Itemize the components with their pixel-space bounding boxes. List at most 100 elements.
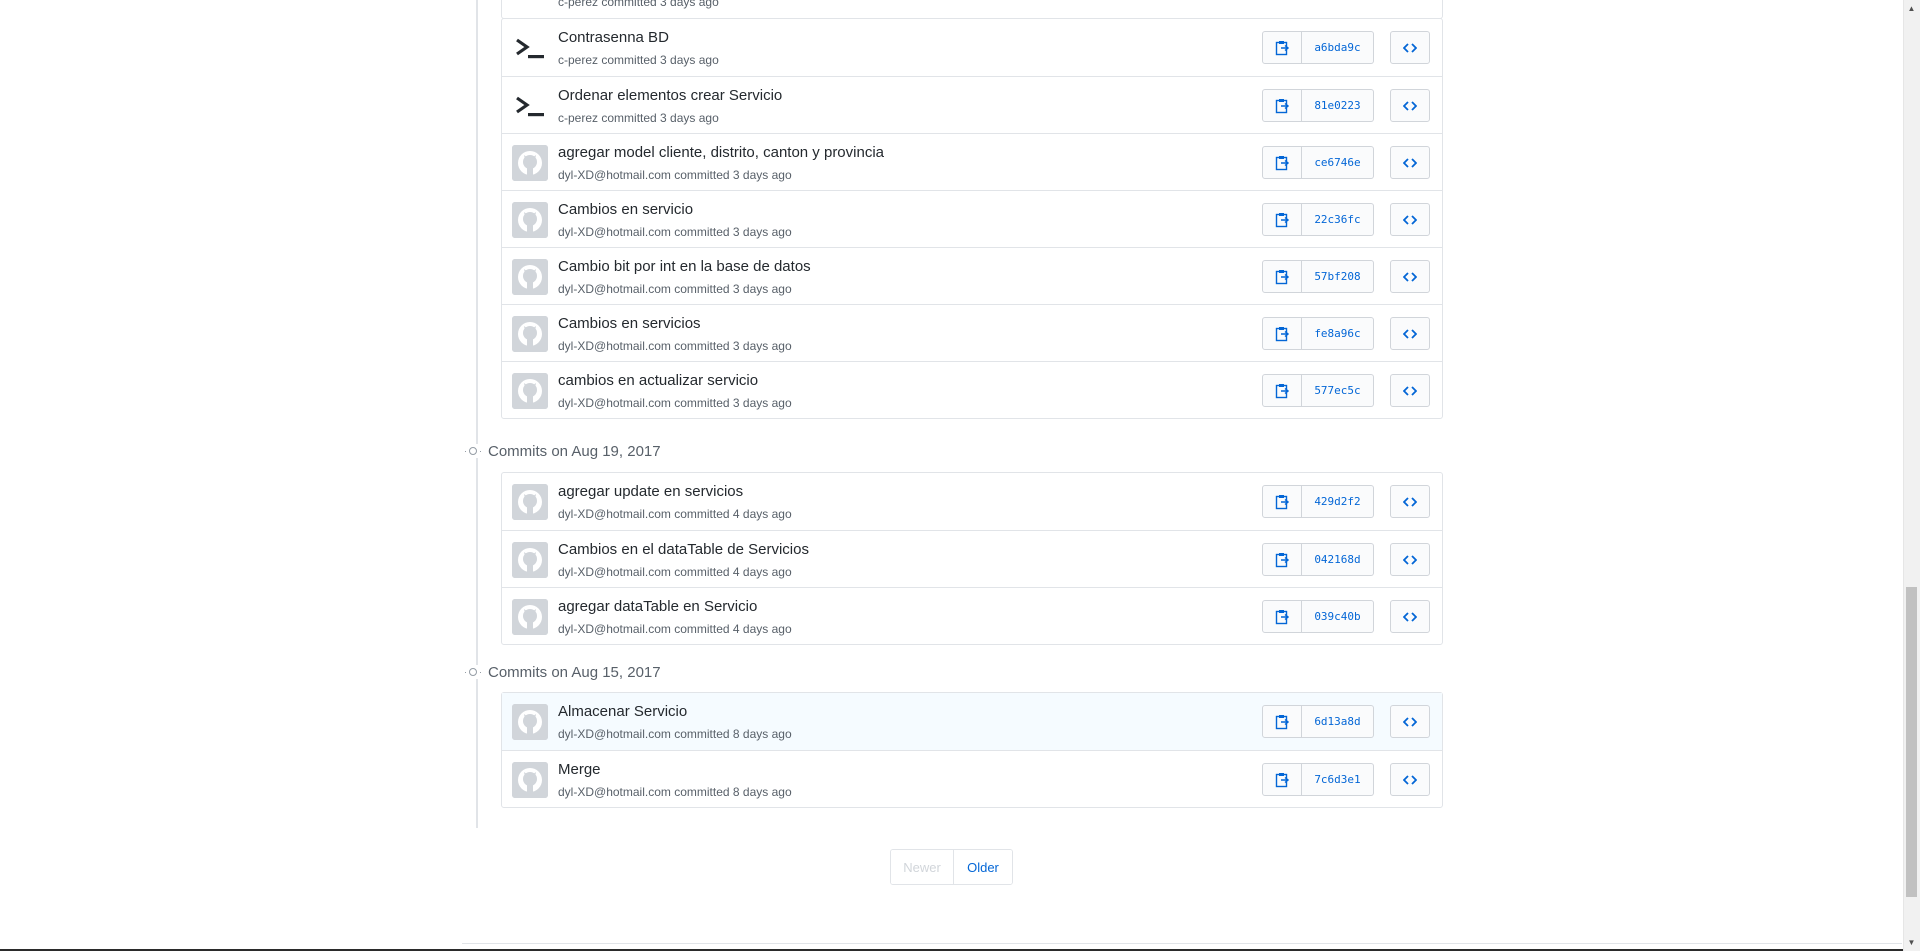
commit-actions: 577ec5c	[1262, 374, 1430, 407]
github-avatar-icon[interactable]	[512, 599, 548, 635]
commit-title-link[interactable]: agregar dataTable en Servicio	[558, 598, 757, 615]
github-avatar-icon[interactable]	[512, 542, 548, 578]
commit-sha-link[interactable]: 22c36fc	[1302, 203, 1374, 236]
browse-repo-button[interactable]	[1390, 203, 1430, 236]
commit-actions: 429d2f2	[1262, 485, 1430, 518]
clipboard-icon	[1275, 212, 1289, 228]
copy-sha-button[interactable]	[1262, 485, 1302, 518]
vertical-scrollbar[interactable]: ▲ ▼	[1903, 0, 1920, 951]
commit-title-link[interactable]: Cambios en el dataTable de Servicios	[558, 541, 809, 558]
copy-sha-button[interactable]	[1262, 203, 1302, 236]
copy-sha-button[interactable]	[1262, 763, 1302, 796]
browse-repo-button[interactable]	[1390, 31, 1430, 64]
commit-time: committed 8 days ago	[674, 785, 792, 799]
code-icon	[1403, 328, 1417, 340]
scroll-up-arrow-icon[interactable]: ▲	[1903, 0, 1920, 17]
older-button[interactable]: Older	[954, 850, 1012, 884]
commit-meta: dyl-XD@hotmail.com committed 4 days ago	[558, 565, 792, 579]
github-avatar-icon[interactable]	[512, 316, 548, 352]
scroll-down-arrow-icon[interactable]: ▼	[1903, 934, 1920, 951]
commit-sha-link[interactable]: fe8a96c	[1302, 317, 1374, 350]
copy-sha-button[interactable]	[1262, 317, 1302, 350]
commit-timeline-node-icon	[465, 444, 481, 458]
commit-author[interactable]: c-perez	[558, 0, 598, 9]
copy-sha-button[interactable]	[1262, 543, 1302, 576]
browse-repo-button[interactable]	[1390, 260, 1430, 293]
github-avatar-icon[interactable]	[512, 259, 548, 295]
copy-sha-button[interactable]	[1262, 31, 1302, 64]
code-icon	[1403, 554, 1417, 566]
commit-title-link[interactable]: Cambios en servicio	[558, 201, 693, 218]
commit-title-link[interactable]: Cambios en servicios	[558, 315, 701, 332]
commit-title-link[interactable]: cambios en actualizar servicio	[558, 372, 758, 389]
commit-sha-link[interactable]: 7c6d3e1	[1302, 763, 1374, 796]
commit-author[interactable]: c-perez	[558, 53, 598, 67]
github-avatar-icon[interactable]	[512, 762, 548, 798]
code-icon	[1403, 496, 1417, 508]
commit-title-link[interactable]: Merge	[558, 761, 601, 778]
sha-button-group: a6bda9c	[1262, 31, 1374, 64]
commit-title-link[interactable]: agregar model cliente, distrito, canton …	[558, 144, 884, 161]
github-avatar-icon[interactable]	[512, 202, 548, 238]
commit-sha-link[interactable]: 042168d	[1302, 543, 1374, 576]
browse-repo-button[interactable]	[1390, 89, 1430, 122]
github-avatar-icon[interactable]	[512, 373, 548, 409]
commit-sha-link[interactable]: 57bf208	[1302, 260, 1374, 293]
commit-sha-link[interactable]: 039c40b	[1302, 600, 1374, 633]
browse-repo-button[interactable]	[1390, 705, 1430, 738]
commit-row-partial: c-perez committed 3 days ago	[502, 0, 1442, 18]
commit-time: committed 4 days ago	[674, 565, 792, 579]
copy-sha-button[interactable]	[1262, 89, 1302, 122]
browse-repo-button[interactable]	[1390, 146, 1430, 179]
code-icon	[1403, 774, 1417, 786]
browse-repo-button[interactable]	[1390, 374, 1430, 407]
github-avatar-icon[interactable]	[512, 704, 548, 740]
commit-sha-link[interactable]: a6bda9c	[1302, 31, 1374, 64]
browse-repo-button[interactable]	[1390, 600, 1430, 633]
copy-sha-button[interactable]	[1262, 146, 1302, 179]
commit-title-link[interactable]: agregar update en servicios	[558, 483, 743, 500]
commit-title-link[interactable]: Contrasenna BD	[558, 29, 669, 46]
scrollbar-thumb[interactable]	[1906, 587, 1917, 897]
copy-sha-button[interactable]	[1262, 374, 1302, 407]
copy-sha-button[interactable]	[1262, 260, 1302, 293]
commit-author[interactable]: c-perez	[558, 111, 598, 125]
commit-sha-link[interactable]: 81e0223	[1302, 89, 1374, 122]
code-icon	[1403, 214, 1417, 226]
clipboard-icon	[1275, 98, 1289, 114]
copy-sha-button[interactable]	[1262, 705, 1302, 738]
commit-author[interactable]: dyl-XD@hotmail.com	[558, 282, 671, 296]
commit-author[interactable]: dyl-XD@hotmail.com	[558, 622, 671, 636]
browse-repo-button[interactable]	[1390, 485, 1430, 518]
browse-repo-button[interactable]	[1390, 317, 1430, 350]
commit-sha-link[interactable]: 577ec5c	[1302, 374, 1374, 407]
commit-sha-link[interactable]: 6d13a8d	[1302, 705, 1374, 738]
clipboard-icon	[1275, 155, 1289, 171]
commit-author[interactable]: dyl-XD@hotmail.com	[558, 507, 671, 521]
browse-repo-button[interactable]	[1390, 543, 1430, 576]
commit-time: committed 4 days ago	[674, 622, 792, 636]
commit-author[interactable]: dyl-XD@hotmail.com	[558, 785, 671, 799]
commit-author[interactable]: dyl-XD@hotmail.com	[558, 339, 671, 353]
commit-sha-link[interactable]: ce6746e	[1302, 146, 1374, 179]
browse-repo-button[interactable]	[1390, 763, 1430, 796]
github-avatar-icon[interactable]	[512, 484, 548, 520]
github-avatar-icon[interactable]	[512, 145, 548, 181]
commit-meta: dyl-XD@hotmail.com committed 4 days ago	[558, 507, 792, 521]
copy-sha-button[interactable]	[1262, 600, 1302, 633]
commit-title-link[interactable]: Almacenar Servicio	[558, 703, 687, 720]
commit-title-link[interactable]: Ordenar elementos crear Servicio	[558, 87, 782, 104]
commit-author[interactable]: dyl-XD@hotmail.com	[558, 168, 671, 182]
terminal-icon[interactable]	[512, 30, 548, 66]
commit-time: committed 3 days ago	[601, 0, 719, 9]
terminal-icon[interactable]	[512, 88, 548, 124]
commit-meta: dyl-XD@hotmail.com committed 8 days ago	[558, 727, 792, 741]
commit-author[interactable]: dyl-XD@hotmail.com	[558, 396, 671, 410]
commit-list: agregar update en servicios dyl-XD@hotmai…	[501, 472, 1443, 645]
commit-author[interactable]: dyl-XD@hotmail.com	[558, 565, 671, 579]
commit-author[interactable]: dyl-XD@hotmail.com	[558, 727, 671, 741]
commit-author[interactable]: dyl-XD@hotmail.com	[558, 225, 671, 239]
commit-meta: dyl-XD@hotmail.com committed 3 days ago	[558, 168, 792, 182]
commit-sha-link[interactable]: 429d2f2	[1302, 485, 1374, 518]
commit-title-link[interactable]: Cambio bit por int en la base de datos	[558, 258, 811, 275]
